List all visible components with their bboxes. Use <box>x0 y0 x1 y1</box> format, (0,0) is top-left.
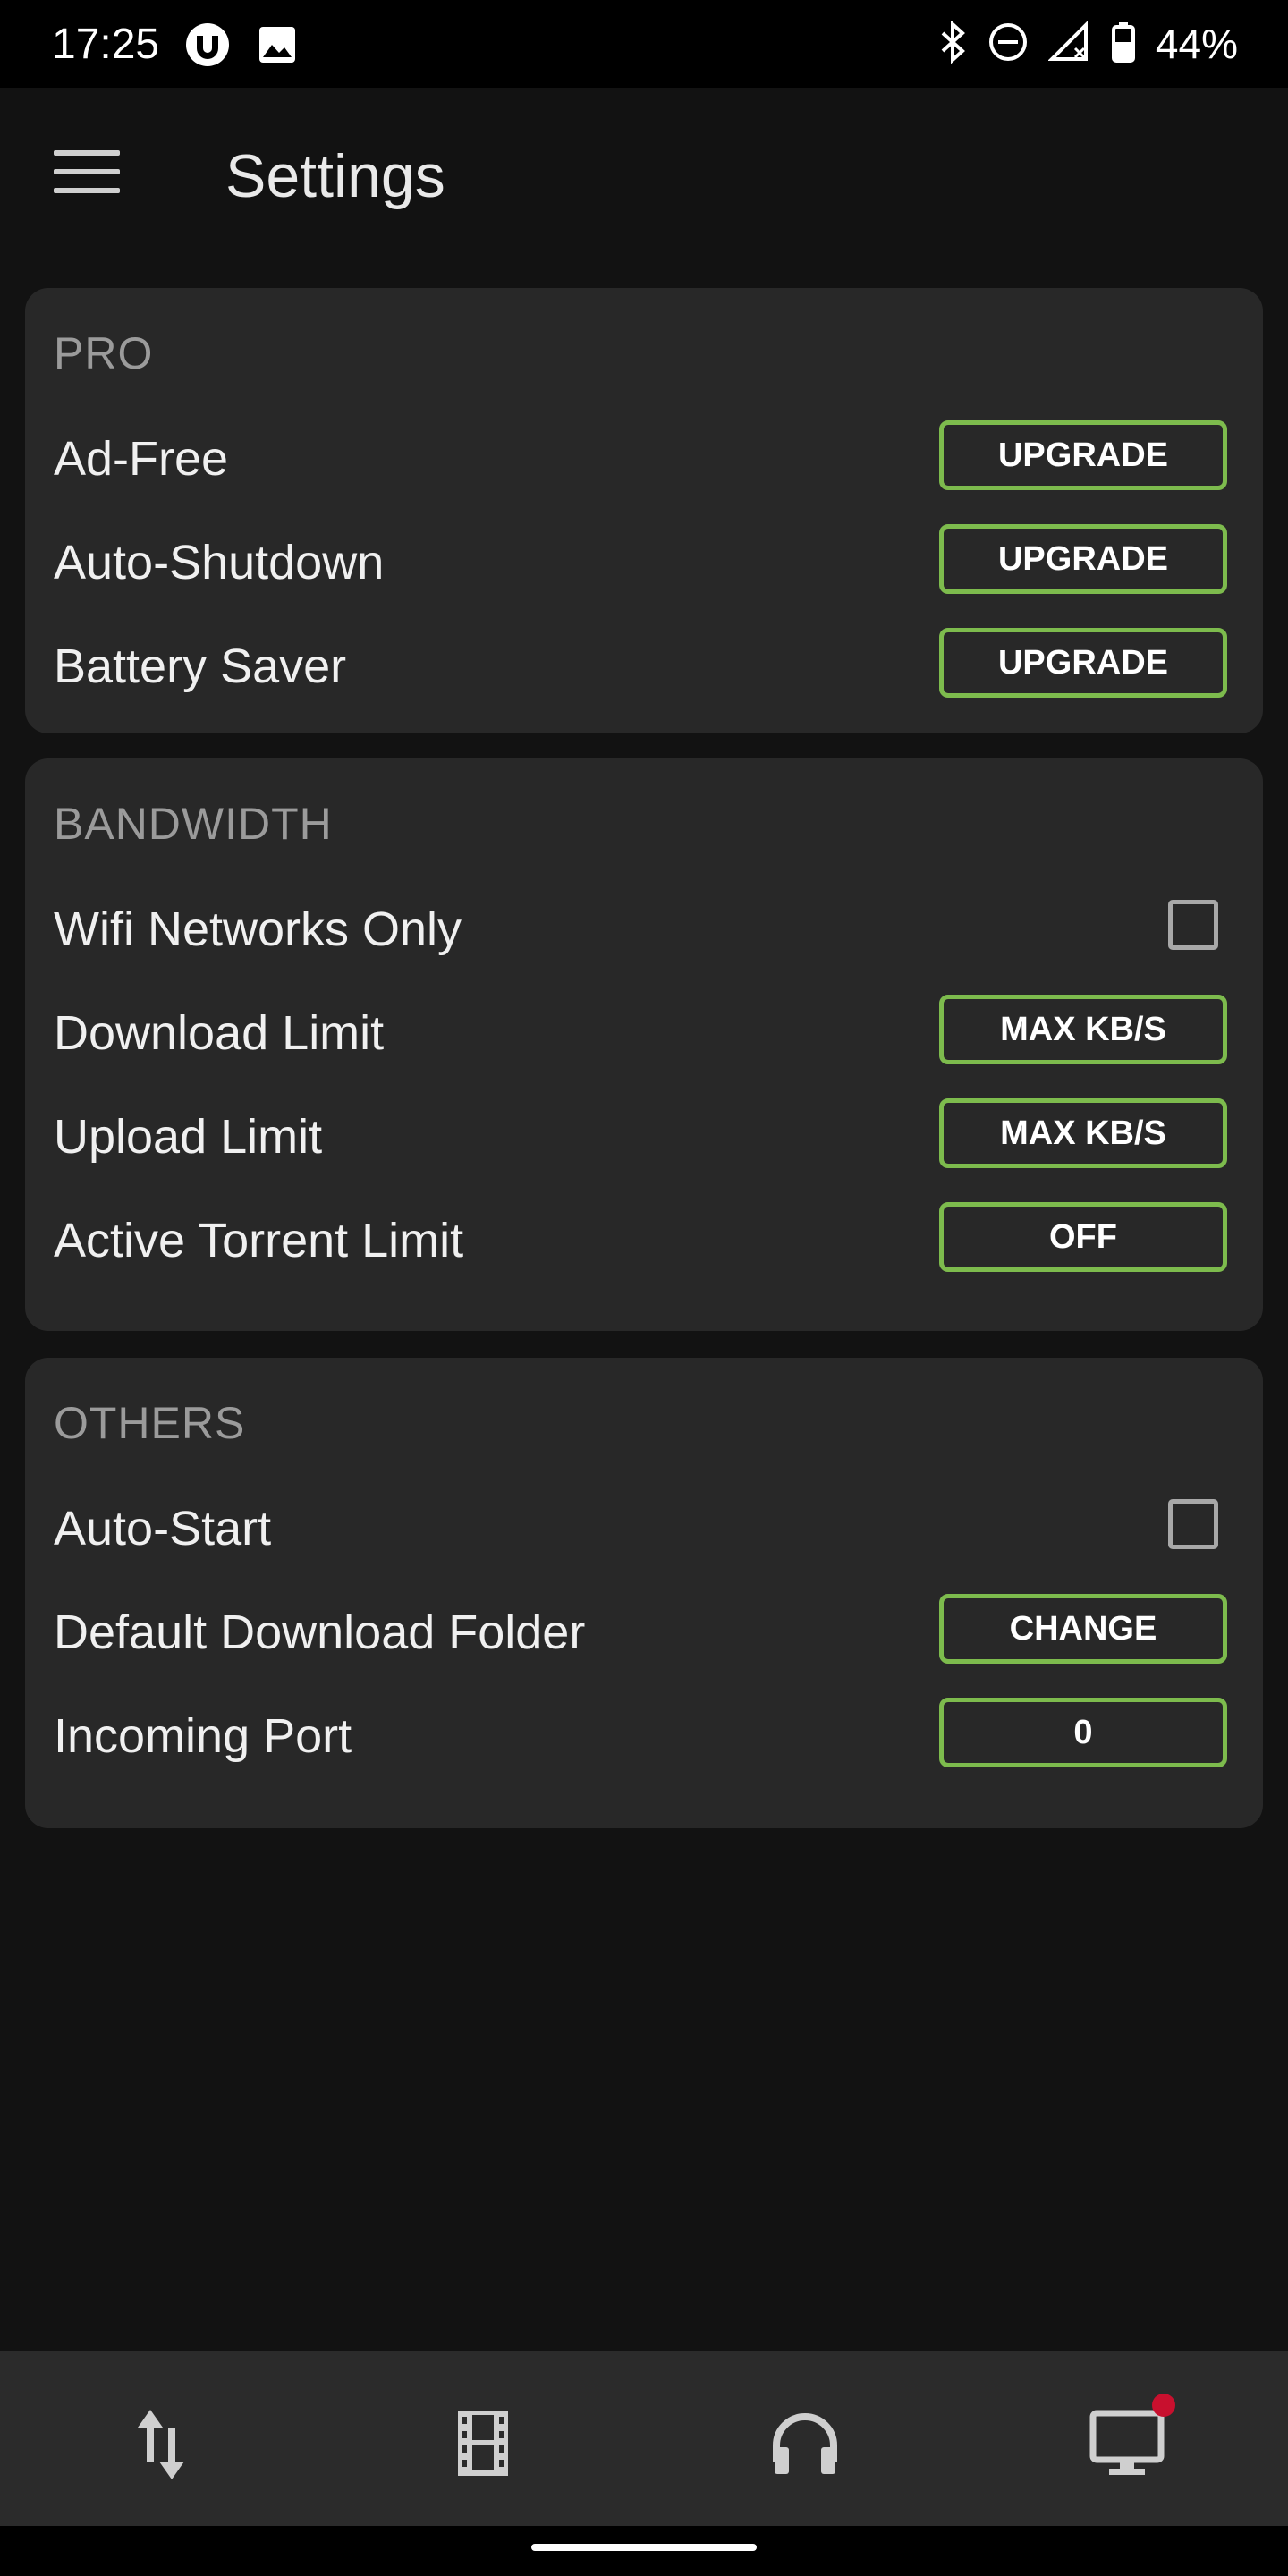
wifi-only-checkbox[interactable] <box>1168 900 1218 950</box>
bluetooth-icon <box>939 19 968 68</box>
battery-icon <box>1111 21 1136 68</box>
pro-section: PRO Ad-Free UPGRADE Auto-Shutdown UPGRAD… <box>25 288 1263 733</box>
nav-audio[interactable] <box>751 2404 859 2485</box>
wifi-only-label: Wifi Networks Only <box>54 902 462 956</box>
upload-limit-label: Upload Limit <box>54 1110 323 1164</box>
download-limit-label: Download Limit <box>54 1006 385 1060</box>
active-torrent-limit-label: Active Torrent Limit <box>54 1214 464 1267</box>
battery-percent: 44% <box>1155 21 1238 67</box>
upload-limit-button[interactable]: MAX KB/S <box>939 1098 1227 1168</box>
auto-shutdown-label: Auto-Shutdown <box>54 536 385 589</box>
status-time: 17:25 <box>52 21 160 68</box>
auto-start-label: Auto-Start <box>54 1502 272 1555</box>
incoming-port-label: Incoming Port <box>54 1709 352 1763</box>
hamburger-line <box>54 188 120 193</box>
dnd-icon <box>987 21 1029 67</box>
download-limit-button[interactable]: MAX KB/S <box>939 995 1227 1064</box>
section-header-pro: PRO <box>54 328 154 378</box>
section-header-others: OTHERS <box>54 1398 246 1448</box>
notification-dot <box>1152 2394 1175 2417</box>
gesture-bar <box>0 2526 1288 2576</box>
image-icon <box>258 25 297 69</box>
auto-shutdown-upgrade-button[interactable]: UPGRADE <box>939 524 1227 594</box>
default-download-folder-label: Default Download Folder <box>54 1606 586 1659</box>
menu-button[interactable] <box>54 150 120 204</box>
ad-free-label: Ad-Free <box>54 432 229 486</box>
bottom-navigation <box>0 2351 1288 2526</box>
page-title: Settings <box>225 142 445 210</box>
home-gesture-handle[interactable] <box>531 2544 757 2551</box>
utorrent-icon <box>184 21 231 72</box>
incoming-port-button[interactable]: 0 <box>939 1698 1227 1767</box>
video-icon <box>458 2411 508 2476</box>
ad-free-upgrade-button[interactable]: UPGRADE <box>939 420 1227 490</box>
audio-icon <box>773 2413 837 2474</box>
change-folder-button[interactable]: CHANGE <box>939 1594 1227 1664</box>
battery-saver-upgrade-button[interactable]: UPGRADE <box>939 628 1227 698</box>
bandwidth-section: BANDWIDTH Wifi Networks Only Download Li… <box>25 758 1263 1331</box>
battery-saver-label: Battery Saver <box>54 640 347 693</box>
status-bar: 17:25 44% <box>0 0 1288 88</box>
hamburger-line <box>54 169 120 174</box>
active-torrent-limit-button[interactable]: OFF <box>939 1202 1227 1272</box>
others-section: OTHERS Auto-Start Default Download Folde… <box>25 1358 1263 1828</box>
auto-start-checkbox[interactable] <box>1168 1499 1218 1549</box>
signal-icon <box>1047 20 1091 67</box>
section-header-bandwidth: BANDWIDTH <box>54 799 333 849</box>
nav-transfers[interactable] <box>107 2404 215 2485</box>
app-bar: Settings <box>0 88 1288 267</box>
nav-video[interactable] <box>429 2404 537 2485</box>
hamburger-icon <box>54 150 120 156</box>
nav-remote[interactable] <box>1073 2394 1181 2485</box>
transfers-icon <box>138 2410 184 2479</box>
